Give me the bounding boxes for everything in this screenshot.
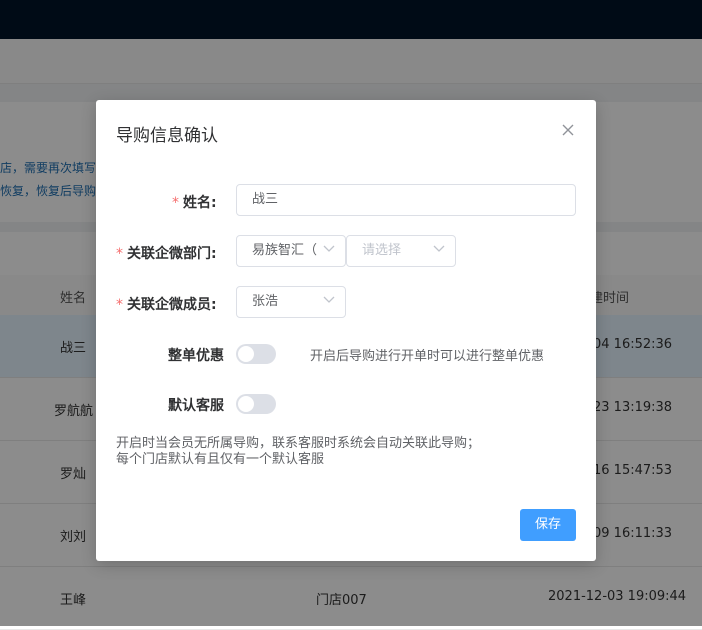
dept-label-text: 关联企微部门: (127, 246, 217, 262)
required-mark: * (116, 297, 123, 313)
required-mark: * (172, 195, 179, 211)
member-label: * 关联企微成员: (116, 294, 217, 314)
chevron-down-icon (323, 245, 335, 252)
chevron-down-icon (323, 296, 335, 303)
discount-hint: 开启后导购进行开单时可以进行整单优惠 (310, 349, 545, 364)
dept-sub-placeholder: 请选择 (362, 243, 402, 258)
dept-sub-select[interactable]: 请选择 (346, 235, 456, 267)
name-label-text: 姓名: (183, 195, 217, 211)
name-input[interactable]: 战三 (236, 184, 576, 216)
required-mark: * (116, 246, 123, 262)
member-label-text: 关联企微成员: (127, 297, 217, 313)
member-select[interactable]: 张浩 (236, 286, 346, 318)
member-select-value: 张浩 (252, 294, 279, 309)
dept-select-value: 易族智汇（ (252, 243, 318, 258)
name-label: * 姓名: (172, 192, 217, 212)
discount-switch[interactable] (236, 344, 276, 364)
dialog-title: 导购信息确认 (116, 126, 218, 146)
note-line-2: 每个门店默认有且仅有一个默认客服 (116, 452, 325, 467)
guide-confirm-dialog: 导购信息确认 * 姓名: 战三 * 关联企微部门: 易族智汇（ 请选择 * 关联企微成… (96, 100, 596, 561)
dept-label: * 关联企微部门: (116, 243, 217, 263)
note-line-1: 开启时当会员无所属导购，联系客服时系统会自动关联此导购； (116, 436, 481, 451)
close-icon[interactable] (558, 120, 578, 140)
default-service-switch[interactable] (236, 394, 276, 414)
discount-label: 整单优惠 (168, 348, 224, 364)
save-button[interactable]: 保存 (520, 509, 576, 541)
default-service-note: 开启时当会员无所属导购，联系客服时系统会自动关联此导购； 每个门店默认有且仅有一… (116, 436, 480, 468)
switch-knob (238, 346, 254, 362)
default-service-label: 默认客服 (168, 398, 224, 414)
chevron-down-icon (433, 245, 445, 252)
switch-knob (238, 396, 254, 412)
dept-select[interactable]: 易族智汇（ (236, 235, 346, 267)
